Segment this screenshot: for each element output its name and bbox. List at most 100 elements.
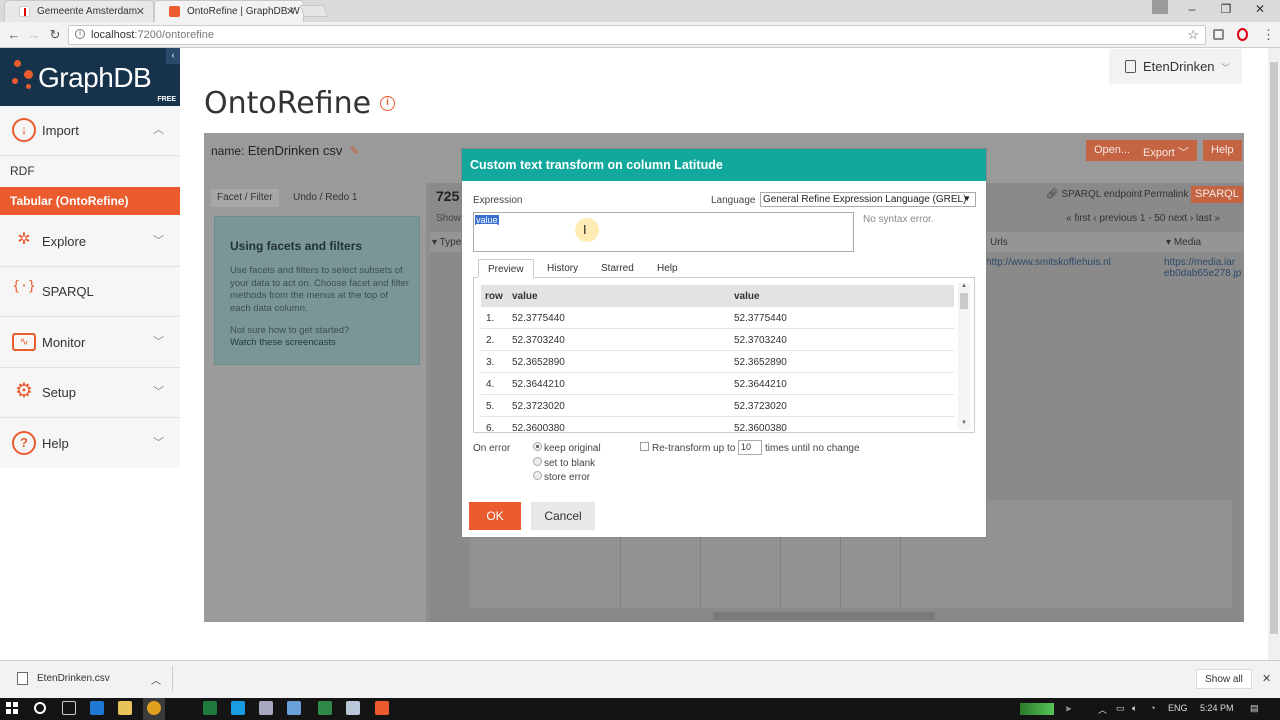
battery-icon[interactable]: ▭ (1116, 703, 1125, 714)
tab-starred[interactable]: Starred (592, 259, 643, 278)
forward-icon[interactable]: → (26, 27, 42, 42)
sparql-endpoint-link[interactable]: 🔗︎ SPARQL endpoint (1046, 189, 1142, 200)
opera-extension-icon[interactable] (1237, 28, 1248, 41)
store-error-radio[interactable] (533, 471, 542, 480)
sidebar-item-label: Help (42, 436, 69, 451)
column-media[interactable]: ▾ Media (1166, 237, 1201, 248)
chrome-icon[interactable] (147, 701, 161, 715)
app-icon[interactable] (287, 701, 301, 715)
retransform-checkbox[interactable] (640, 442, 649, 451)
scroll-down-icon[interactable]: ▼ (961, 420, 967, 426)
permalink-link[interactable]: Permalink (1144, 189, 1188, 200)
close-window-button[interactable]: ✕ (1250, 2, 1270, 16)
facet-help-question: Not sure how to get started? (230, 325, 350, 336)
sidebar-subitem-rdf[interactable]: RDF (10, 164, 35, 178)
close-download-bar-icon[interactable]: ✕ (1262, 672, 1271, 685)
edge-icon[interactable] (90, 701, 104, 715)
open-button[interactable]: Open... (1086, 140, 1139, 161)
new-tab-button[interactable] (299, 5, 329, 17)
url-input[interactable]: i localhost:7200/ontorefine ☆ (68, 25, 1206, 45)
show-all-button[interactable]: Show all (1196, 669, 1252, 689)
extension-icon[interactable] (1213, 29, 1224, 40)
cell-url[interactable]: http://www.smitskoffiehuis.nl (986, 257, 1164, 268)
sidebar-item-setup[interactable]: ⚙ Setup ﹀ (0, 368, 180, 418)
tab-preview[interactable]: Preview (478, 259, 534, 278)
preview-header-row: row value value (481, 285, 954, 307)
graphdb-app-icon[interactable] (375, 701, 389, 715)
close-tab-icon[interactable]: ✕ (286, 5, 295, 18)
back-icon[interactable]: ← (6, 27, 22, 42)
column-label: Type (439, 237, 462, 248)
pager[interactable]: « first ‹ previous 1 - 50 next › last » (1066, 213, 1220, 224)
column-type[interactable]: ▾ Type (432, 237, 461, 248)
notifications-icon[interactable]: ▤ (1250, 703, 1259, 714)
sidebar-item-sparql[interactable]: {·} SPARQL (0, 267, 180, 317)
maximize-button[interactable]: ❐ (1216, 2, 1236, 16)
set-to-blank-radio[interactable] (533, 457, 542, 466)
tab-help[interactable]: Help (648, 259, 687, 278)
collapse-sidebar-icon[interactable]: ‹ (166, 48, 180, 64)
table-row: 1. 52.3775440 52.3775440 (481, 307, 954, 329)
windows-start-icon[interactable] (6, 702, 18, 714)
task-view-icon[interactable] (62, 701, 76, 715)
reload-icon[interactable]: ↻ (47, 27, 63, 43)
chevron-up-icon[interactable]: ︿ (151, 672, 161, 687)
browser-tab-ontorefine[interactable]: OntoRefine | GraphDB W ✕ (154, 0, 304, 22)
sidebar-item-explore[interactable]: ✲ Explore ﹀ (0, 217, 180, 267)
project-help-button[interactable]: Help (1203, 140, 1242, 161)
volume-icon[interactable]: 🔈︎ (1132, 703, 1137, 714)
cell-media[interactable]: https://media.iar eb0dab65e278.jp (1164, 257, 1241, 279)
sparql-button[interactable]: SPARQL (1191, 186, 1243, 203)
ok-button[interactable]: OK (469, 502, 521, 530)
browser-tab-amsterdam[interactable]: Gemeente Amsterdam ✕ (4, 0, 154, 22)
table-row: 6. 52.3600380 52.3600380 (481, 417, 954, 431)
download-item[interactable]: EtenDrinken.csv (17, 672, 110, 685)
sidebar-item-help[interactable]: ? Help ﹀ (0, 419, 180, 469)
clock[interactable]: 5:24 PM (1200, 703, 1234, 713)
minimize-button[interactable]: – (1182, 2, 1202, 16)
tab-history[interactable]: History (538, 259, 587, 278)
profile-icon[interactable] (1152, 0, 1168, 14)
info-icon[interactable]: i (380, 96, 395, 111)
cancel-button[interactable]: Cancel (531, 502, 595, 530)
app-icon[interactable] (346, 701, 360, 715)
tray-chevron-icon[interactable]: ︿ (1098, 703, 1107, 716)
browser-menu-icon[interactable]: ⋮ (1262, 27, 1275, 43)
retransform-count-input[interactable]: 10 (738, 440, 762, 455)
info-icon[interactable]: i (75, 29, 85, 39)
app-icon[interactable] (259, 701, 273, 715)
expression-textarea[interactable] (473, 212, 854, 252)
keep-original-radio[interactable] (533, 442, 542, 451)
skype-icon[interactable] (231, 701, 245, 715)
excel-icon[interactable] (203, 701, 217, 715)
language-indicator[interactable]: ENG (1168, 703, 1188, 713)
keep-original-label: keep original (544, 443, 601, 454)
scroll-up-icon[interactable]: ▲ (961, 283, 967, 289)
network-meter-icon[interactable] (1020, 703, 1054, 715)
sidebar-item-monitor[interactable]: ∿ Monitor ﹀ (0, 318, 180, 368)
tab-facet-filter[interactable]: Facet / Filter (211, 189, 279, 207)
tab-undo-redo[interactable]: Undo / Redo 1 (287, 189, 364, 207)
wifi-icon[interactable]: ◔ (1150, 703, 1155, 713)
horizontal-scroll-thumb[interactable] (713, 612, 935, 620)
sidebar-item-import[interactable]: ↓ Import ︿ (0, 106, 180, 156)
page-scroll-thumb[interactable] (1270, 62, 1278, 634)
terminal-icon[interactable] (318, 701, 332, 715)
close-tab-icon[interactable]: ✕ (136, 5, 145, 18)
project-name-value[interactable]: EtenDrinken csv (248, 143, 343, 158)
search-icon[interactable] (34, 702, 46, 714)
repository-selector[interactable]: EtenDrinken ﹀ (1109, 49, 1242, 84)
export-button[interactable]: Export ﹀ (1135, 140, 1197, 161)
sidebar-subitem-tabular[interactable]: Tabular (OntoRefine) (0, 187, 180, 215)
language-select[interactable]: General Refine Expression Language (GREL… (760, 192, 976, 207)
transformed-value: 52.3652890 (734, 357, 787, 368)
language-label: Language (711, 195, 756, 206)
facet-help-box: Using facets and filters Use facets and … (214, 216, 420, 365)
column-urls[interactable]: Urls (990, 237, 1008, 248)
edit-pencil-icon[interactable]: ✎ (350, 144, 360, 158)
antenna-icon[interactable]: ⫸ (1066, 703, 1071, 714)
file-explorer-icon[interactable] (118, 701, 132, 715)
screencasts-link[interactable]: Watch these screencasts (230, 337, 410, 350)
bookmark-star-icon[interactable]: ☆ (1187, 27, 1199, 43)
preview-scroll-thumb[interactable] (960, 293, 968, 309)
